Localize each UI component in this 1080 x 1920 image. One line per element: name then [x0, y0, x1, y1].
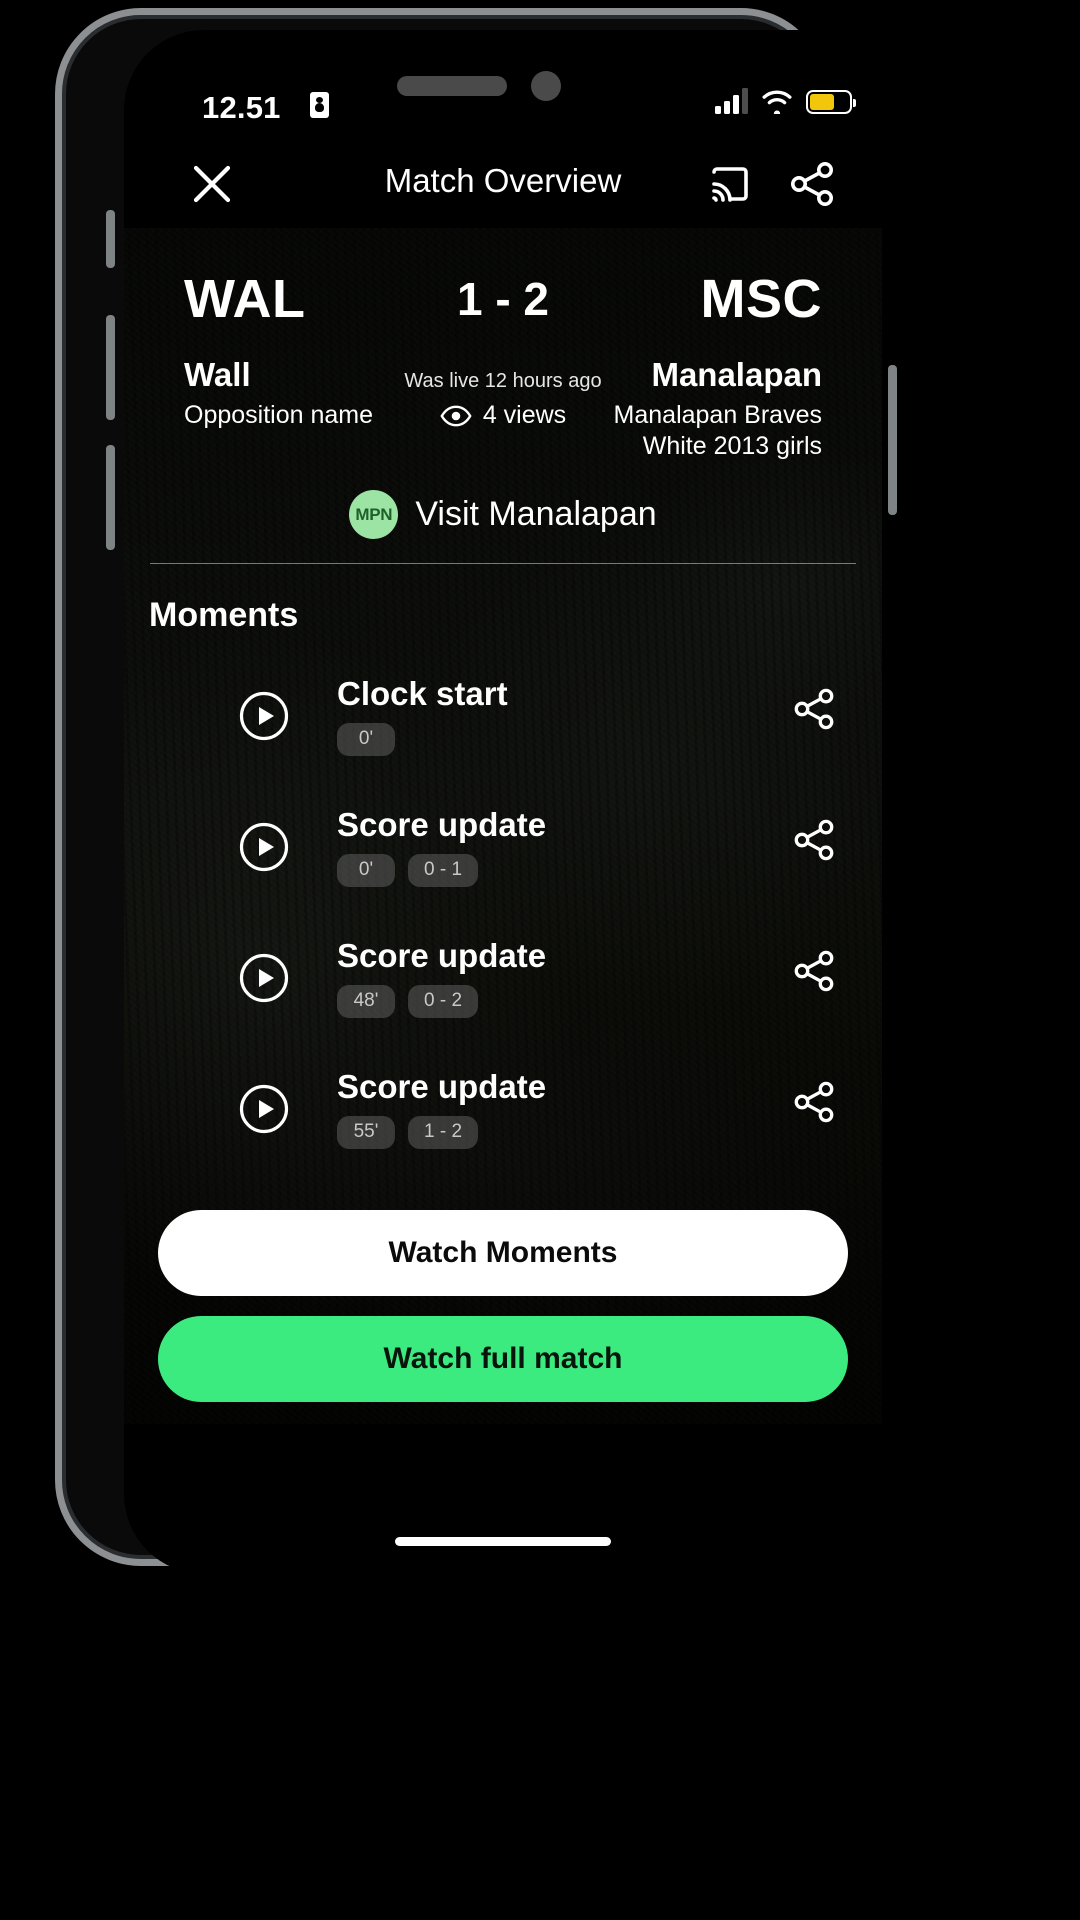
moments-heading: Moments: [149, 596, 299, 634]
play-icon[interactable]: [239, 1084, 289, 1134]
moment-time-chip: 0': [337, 854, 395, 887]
views-row: 4 views: [124, 401, 882, 430]
status-bar: 12.51: [124, 30, 882, 140]
share-icon[interactable]: [786, 158, 838, 210]
watch-moments-button[interactable]: Watch Moments: [158, 1210, 848, 1296]
live-meta: Was live 12 hours ago 4 views: [124, 370, 882, 430]
page-title: Match Overview: [384, 162, 622, 199]
front-camera-icon: [531, 71, 561, 101]
moment-score-chip: 0 - 1: [408, 854, 479, 887]
visit-team-label: Visit Manalapan: [415, 495, 657, 533]
moment-chips: 55' 1 - 2: [337, 1116, 546, 1149]
play-icon[interactable]: [239, 822, 289, 872]
cellular-signal-icon: [715, 88, 748, 114]
views-count: 4 views: [482, 401, 567, 429]
list-item[interactable]: Score update 48' 0 - 2: [124, 915, 882, 1046]
recording-indicator-icon: [310, 92, 329, 118]
wifi-icon: [762, 90, 792, 114]
moment-title: Score update: [337, 806, 547, 843]
silence-switch[interactable]: [106, 210, 115, 268]
play-icon[interactable]: [239, 691, 289, 741]
list-item[interactable]: Score update 0' 0 - 1: [124, 784, 882, 915]
share-icon[interactable]: [790, 685, 838, 733]
moment-score-chip: 1 - 2: [408, 1116, 479, 1149]
battery-icon: [806, 90, 856, 114]
moment-body: Score update 48' 0 - 2: [337, 937, 546, 1018]
power-button[interactable]: [888, 365, 897, 515]
status-bar-clock: 12.51: [202, 90, 281, 125]
moment-score-chip: 0 - 2: [408, 985, 479, 1018]
live-status-text: Was live 12 hours ago: [404, 370, 602, 392]
list-item[interactable]: Clock start 0': [124, 653, 882, 784]
list-item[interactable]: Score update 55' 1 - 2: [124, 1046, 882, 1177]
eye-icon: [440, 405, 472, 426]
moment-title: Score update: [337, 937, 547, 974]
scoreboard: WAL 1 - 2 MSC: [124, 254, 882, 340]
home-indicator[interactable]: [395, 1537, 611, 1546]
share-icon[interactable]: [790, 1078, 838, 1126]
bottom-actions: Watch Moments Watch full match: [124, 1210, 882, 1402]
match-overview-content: WAL 1 - 2 MSC Wall Opposition name Manal…: [124, 228, 882, 1424]
volume-down-button[interactable]: [106, 445, 115, 550]
play-icon[interactable]: [239, 953, 289, 1003]
share-icon[interactable]: [790, 947, 838, 995]
moment-chips: 48' 0 - 2: [337, 985, 546, 1018]
away-team-abbreviation: MSC: [700, 269, 822, 329]
volume-up-button[interactable]: [106, 315, 115, 420]
cast-icon[interactable]: [706, 160, 754, 208]
dynamic-island-pill: [397, 76, 507, 96]
moment-time-chip: 55': [337, 1116, 395, 1149]
moment-body: Clock start 0': [337, 675, 508, 756]
phone-screen: 12.51 Match Overview WAL 1 - 2 MSC Wall …: [124, 30, 882, 1574]
watch-full-match-button[interactable]: Watch full match: [158, 1316, 848, 1402]
divider: [150, 563, 856, 564]
moment-chips: 0' 0 - 1: [337, 854, 546, 887]
moments-list: Clock start 0' Score update 0' 0 - 1 Sco…: [124, 653, 882, 1177]
moment-title: Score update: [337, 1068, 547, 1105]
moment-body: Score update 55' 1 - 2: [337, 1068, 546, 1149]
phone-frame: 12.51 Match Overview WAL 1 - 2 MSC Wall …: [55, 8, 897, 1574]
team-badge: MPN: [349, 490, 399, 539]
moment-time-chip: 0': [337, 723, 395, 756]
status-bar-indicators: [715, 88, 856, 114]
nav-bar: Match Overview: [124, 140, 882, 228]
moment-chips: 0': [337, 723, 508, 756]
moment-body: Score update 0' 0 - 1: [337, 806, 546, 887]
visit-team-link[interactable]: MPN Visit Manalapan: [124, 490, 882, 539]
share-icon[interactable]: [790, 816, 838, 864]
moment-title: Clock start: [337, 675, 508, 712]
moment-time-chip: 48': [337, 985, 395, 1018]
